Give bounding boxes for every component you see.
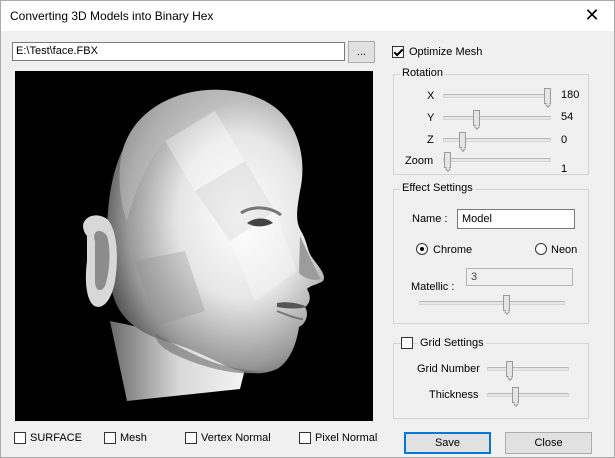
- close-button[interactable]: Close: [505, 432, 592, 454]
- rotation-x-value: 180: [561, 89, 580, 101]
- rotation-group-title: Rotation: [400, 67, 445, 79]
- pixel-normal-label: Pixel Normal: [315, 432, 378, 444]
- grid-number-label: Grid Number: [417, 363, 480, 375]
- vertex-normal-label: Vertex Normal: [201, 432, 271, 444]
- save-button[interactable]: Save: [404, 432, 491, 454]
- mesh-checkbox[interactable]: [104, 432, 116, 444]
- optimize-mesh-label: Optimize Mesh: [409, 46, 483, 58]
- metallic-slider-thumb[interactable]: [503, 295, 510, 311]
- grid-settings-title: Grid Settings: [418, 337, 486, 349]
- rotation-x-slider-track[interactable]: [443, 94, 551, 98]
- metallic-slider-track[interactable]: [419, 301, 565, 305]
- chrome-radio[interactable]: [416, 243, 428, 255]
- browse-button[interactable]: ...: [348, 41, 375, 63]
- zoom-slider-track[interactable]: [443, 158, 551, 162]
- neon-radio-label: Neon: [551, 244, 578, 256]
- vertex-normal-checkbox[interactable]: [185, 432, 197, 444]
- file-path-field[interactable]: E:\Test\face.FBX: [12, 42, 345, 61]
- rotation-y-value: 54: [561, 111, 574, 123]
- optimize-mesh-checkbox[interactable]: [392, 46, 404, 58]
- thickness-slider-thumb[interactable]: [512, 387, 519, 403]
- grid-settings-group: [393, 343, 589, 419]
- grid-settings-checkbox[interactable]: [401, 337, 413, 349]
- title-bar[interactable]: Converting 3D Models into Binary Hex ✕: [1, 1, 614, 31]
- pixel-normal-checkbox[interactable]: [299, 432, 311, 444]
- surface-checkbox[interactable]: [14, 432, 26, 444]
- close-window-icon[interactable]: ✕: [580, 5, 604, 27]
- name-input[interactable]: Model: [457, 209, 575, 229]
- metallic-label: Matellic :: [411, 281, 455, 293]
- rotation-x-label: X: [427, 90, 435, 102]
- surface-label: SURFACE: [30, 432, 82, 444]
- effect-settings-title: Effect Settings: [400, 182, 475, 194]
- grid-number-slider-track[interactable]: [487, 367, 569, 371]
- name-label: Name :: [412, 213, 448, 225]
- mesh-label: Mesh: [120, 432, 147, 444]
- rotation-z-value: 0: [561, 134, 568, 146]
- zoom-slider-thumb[interactable]: [444, 152, 451, 168]
- 3d-viewport[interactable]: [15, 71, 373, 421]
- zoom-label: Zoom: [405, 155, 434, 167]
- thickness-slider-track[interactable]: [487, 393, 569, 397]
- rotation-y-slider-track[interactable]: [443, 116, 551, 120]
- neon-radio[interactable]: [535, 243, 547, 255]
- metallic-value-field[interactable]: 3: [466, 268, 573, 286]
- zoom-value: 1: [561, 163, 568, 175]
- main-window: Converting 3D Models into Binary Hex ✕ E…: [0, 0, 615, 458]
- grid-number-slider-thumb[interactable]: [506, 361, 513, 377]
- rotation-x-slider-thumb[interactable]: [544, 88, 551, 104]
- rotation-z-slider-thumb[interactable]: [459, 132, 466, 148]
- chrome-radio-label: Chrome: [433, 244, 473, 256]
- head-model-render: [83, 89, 324, 401]
- rotation-z-label: Z: [427, 134, 434, 146]
- rotation-y-label: Y: [427, 112, 435, 124]
- rotation-y-slider-thumb[interactable]: [473, 110, 480, 126]
- window-title: Converting 3D Models into Binary Hex: [10, 9, 214, 23]
- thickness-label: Thickness: [429, 389, 479, 401]
